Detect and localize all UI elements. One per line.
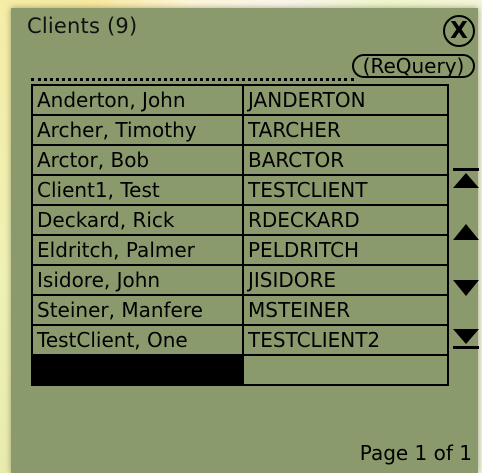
client-login-cell[interactable]: JANDERTON bbox=[242, 84, 449, 116]
table-row[interactable]: Anderton, John JANDERTON bbox=[31, 84, 449, 116]
client-login-cell[interactable]: RDECKARD bbox=[242, 204, 449, 236]
close-button[interactable]: X bbox=[443, 15, 475, 47]
table-row[interactable]: Archer, Timothy TARCHER bbox=[31, 114, 449, 146]
table-row[interactable]: Deckard, Rick RDECKARD bbox=[31, 204, 449, 236]
header-divider bbox=[31, 78, 354, 81]
clients-table: Anderton, John JANDERTON Archer, Timothy… bbox=[31, 84, 449, 386]
table-row[interactable]: Arctor, Bob BARCTOR bbox=[31, 144, 449, 176]
client-name-cell[interactable]: Eldritch, Palmer bbox=[31, 234, 244, 266]
table-row[interactable]: TestClient, One TESTCLIENT2 bbox=[31, 324, 449, 356]
client-login-cell[interactable]: JISIDORE bbox=[242, 264, 449, 296]
client-login-cell[interactable]: TARCHER bbox=[242, 114, 449, 146]
client-name-cell[interactable]: TestClient, One bbox=[31, 324, 244, 356]
requery-button[interactable]: (ReQuery) bbox=[352, 54, 475, 78]
scroll-down-icon[interactable] bbox=[452, 278, 480, 300]
page-indicator: Page 1 of 1 bbox=[359, 441, 472, 465]
client-name-cell[interactable]: Client1, Test bbox=[31, 174, 244, 206]
palm-screen: Clients (9) X (ReQuery) Anderton, John J… bbox=[11, 8, 480, 473]
client-name-cell[interactable]: Isidore, John bbox=[31, 264, 244, 296]
client-login-cell[interactable]: BARCTOR bbox=[242, 144, 449, 176]
window-title: Clients (9) bbox=[27, 14, 138, 38]
close-icon: X bbox=[450, 17, 468, 44]
client-name-cell[interactable]: Deckard, Rick bbox=[31, 204, 244, 236]
client-login-cell[interactable]: TESTCLIENT bbox=[242, 174, 449, 206]
client-login-cell[interactable]: PELDRITCH bbox=[242, 234, 449, 266]
client-name-cell[interactable] bbox=[31, 354, 244, 386]
scroll-bottom-icon[interactable] bbox=[452, 328, 480, 350]
client-name-cell[interactable]: Anderton, John bbox=[31, 84, 244, 116]
client-login-cell[interactable]: TESTCLIENT2 bbox=[242, 324, 449, 356]
table-row[interactable]: Isidore, John JISIDORE bbox=[31, 264, 449, 296]
client-name-cell[interactable]: Steiner, Manfere bbox=[31, 294, 244, 326]
scroll-up-icon[interactable] bbox=[452, 220, 480, 242]
client-name-cell[interactable]: Archer, Timothy bbox=[31, 114, 244, 146]
table-row-selected[interactable] bbox=[31, 354, 449, 386]
client-name-cell[interactable]: Arctor, Bob bbox=[31, 144, 244, 176]
client-login-cell[interactable] bbox=[242, 354, 449, 386]
requery-label: (ReQuery) bbox=[362, 54, 465, 78]
scroll-top-icon[interactable] bbox=[452, 168, 480, 190]
table-row[interactable]: Eldritch, Palmer PELDRITCH bbox=[31, 234, 449, 266]
table-row[interactable]: Client1, Test TESTCLIENT bbox=[31, 174, 449, 206]
client-login-cell[interactable]: MSTEINER bbox=[242, 294, 449, 326]
table-row[interactable]: Steiner, Manfere MSTEINER bbox=[31, 294, 449, 326]
